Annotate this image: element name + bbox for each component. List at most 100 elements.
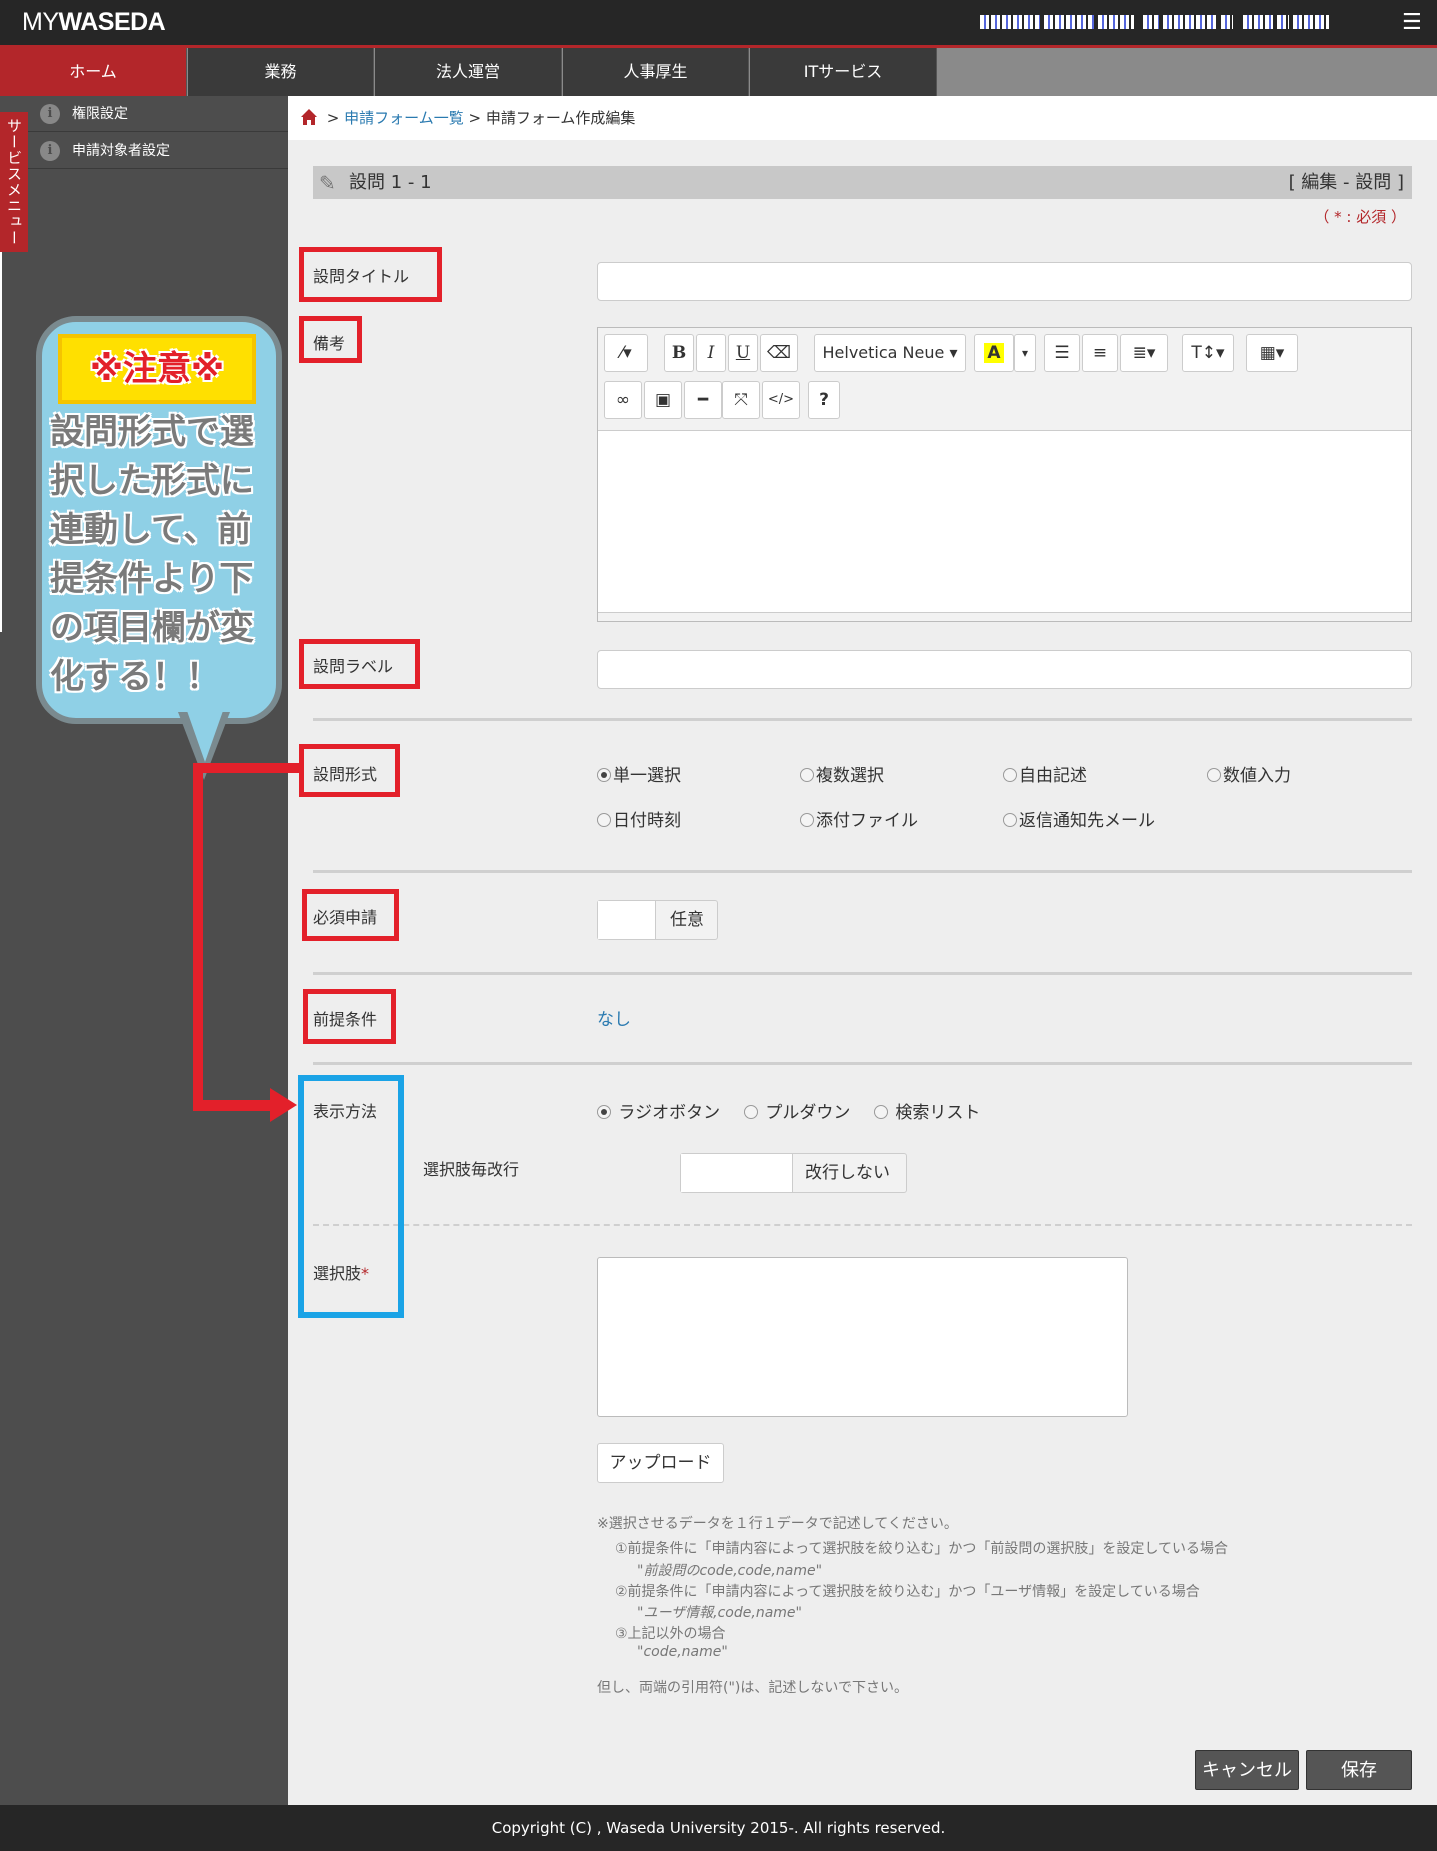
- format-option-freetext[interactable]: 自由記述: [1003, 761, 1087, 786]
- annotation-arrow-segment: [193, 1100, 273, 1111]
- note-line: "前設問のcode,code,name": [637, 1563, 823, 1579]
- tab-hojin[interactable]: 法人運営: [375, 48, 562, 96]
- annotation-box-required: [302, 889, 399, 941]
- annotation-box-remarks: [299, 316, 362, 363]
- breadcrumb-link-form-list[interactable]: 申請フォーム一覧: [344, 109, 464, 127]
- home-icon[interactable]: [300, 108, 318, 126]
- italic-icon[interactable]: I: [696, 334, 726, 372]
- breadcrumb-current: 申請フォーム作成編集: [485, 109, 636, 127]
- format-option-single[interactable]: 単一選択: [597, 761, 681, 786]
- tab-it[interactable]: ITサービス: [750, 48, 937, 96]
- code-view-icon[interactable]: </>: [762, 381, 800, 419]
- annotation-arrow-head: [270, 1088, 297, 1122]
- cancel-button[interactable]: キャンセル: [1195, 1750, 1299, 1790]
- radio-icon: [1207, 768, 1221, 782]
- tab-gyomu[interactable]: 業務: [188, 48, 374, 96]
- radio-icon: [1003, 813, 1017, 827]
- option-label: プルダウン: [765, 1103, 851, 1123]
- radio-icon: [597, 1105, 611, 1119]
- question-title-input[interactable]: [597, 262, 1412, 301]
- font-color-letter: A: [984, 343, 1004, 363]
- sidebar-item-permissions[interactable]: i 権限設定: [0, 96, 288, 132]
- align-icon[interactable]: ≣▾: [1120, 334, 1168, 372]
- option-label: 複数選択: [816, 766, 884, 786]
- annotation-arrow-segment: [193, 763, 203, 1110]
- radio-icon: [744, 1105, 758, 1119]
- breadcrumb-separator: >: [326, 109, 340, 127]
- note-line: "ユーザ情報,code,name": [637, 1605, 802, 1621]
- note-line: ③上記以外の場合: [615, 1626, 726, 1642]
- format-option-datetime[interactable]: 日付時刻: [597, 806, 681, 831]
- footer-copyright: Copyright (C) , Waseda University 2015-.…: [0, 1805, 1437, 1851]
- annotation-bubble-tail-inner: [186, 708, 224, 762]
- tab-home[interactable]: ホーム: [0, 48, 187, 96]
- format-option-multiple[interactable]: 複数選択: [800, 761, 884, 786]
- font-color-icon[interactable]: A: [974, 334, 1014, 372]
- breadcrumb: > 申請フォーム一覧 > 申請フォーム作成編集: [288, 96, 1437, 140]
- question-label-input[interactable]: [597, 650, 1412, 689]
- hamburger-list-icon[interactable]: ☰: [1402, 12, 1424, 34]
- picture-icon[interactable]: ▣: [644, 381, 682, 419]
- chevron-down-icon[interactable]: ▾: [1014, 334, 1036, 372]
- user-info-redacted: [980, 14, 1390, 34]
- editor-toolbar: ⁄▾ B I U ⌫ Helvetica Neue ▾ A ▾ ☰ ≡ ≣▾ T…: [598, 328, 1411, 431]
- font-name: Helvetica Neue: [822, 343, 945, 362]
- main-nav: ホーム 業務 法人運営 人事厚生 ITサービス: [0, 48, 1437, 96]
- format-option-number[interactable]: 数値入力: [1207, 761, 1291, 786]
- editor-resize-handle[interactable]: [598, 612, 1411, 621]
- unordered-list-icon[interactable]: ☰: [1044, 334, 1080, 372]
- option-label: ラジオボタン: [618, 1103, 721, 1123]
- option-label: 返信通知先メール: [1019, 811, 1155, 831]
- option-label: 添付ファイル: [816, 811, 918, 831]
- option-label: 単一選択: [613, 766, 681, 786]
- tab-jinji[interactable]: 人事厚生: [563, 48, 749, 96]
- display-option-pulldown[interactable]: プルダウン: [744, 1098, 850, 1123]
- annotation-box-title: [299, 247, 442, 302]
- help-icon[interactable]: ?: [808, 381, 840, 419]
- radio-icon: [1003, 768, 1017, 782]
- option-label: 検索リスト: [895, 1103, 981, 1123]
- edit-icon: ✎: [319, 171, 336, 195]
- radio-icon: [597, 813, 611, 827]
- format-option-attachment[interactable]: 添付ファイル: [800, 806, 918, 831]
- annotation-box-precondition: [303, 989, 396, 1044]
- linebreak-toggle[interactable]: 改行しない: [680, 1153, 907, 1193]
- option-label: 日付時刻: [613, 811, 681, 831]
- ordered-list-icon[interactable]: ≡: [1082, 334, 1118, 372]
- display-option-searchlist[interactable]: 検索リスト: [874, 1098, 980, 1123]
- upload-button[interactable]: アップロード: [597, 1443, 724, 1483]
- annotation-caution: ※注意※: [58, 334, 256, 404]
- mywaseda-logo[interactable]: MYWASEDA: [22, 8, 166, 37]
- choices-textarea[interactable]: [597, 1257, 1128, 1417]
- info-icon: i: [40, 141, 60, 161]
- toggle-knob: [681, 1154, 793, 1192]
- fullscreen-icon[interactable]: ⤧: [722, 381, 760, 419]
- magic-wand-icon[interactable]: ⁄▾: [604, 334, 648, 372]
- radio-icon: [800, 813, 814, 827]
- option-label: 数値入力: [1223, 766, 1291, 786]
- eraser-icon[interactable]: ⌫: [760, 334, 798, 372]
- precondition-value-link[interactable]: なし: [597, 1005, 631, 1030]
- note-line: ①前提条件に「申請内容によって選択肢を絞り込む」かつ「前設問の選択肢」を設定して…: [615, 1541, 1229, 1557]
- service-menu-line: [0, 252, 2, 632]
- sidebar-item-targets[interactable]: i 申請対象者設定: [0, 133, 288, 169]
- linebreak-label: 選択肢毎改行: [423, 1160, 520, 1179]
- divider: [313, 870, 1412, 873]
- table-icon[interactable]: ▦▾: [1246, 334, 1298, 372]
- format-option-reply-email[interactable]: 返信通知先メール: [1003, 806, 1155, 831]
- radio-icon: [597, 768, 611, 782]
- line-height-icon[interactable]: T↕▾: [1182, 334, 1234, 372]
- horizontal-rule-icon[interactable]: ━: [684, 381, 722, 419]
- service-menu-tab[interactable]: サービスメニュー: [0, 112, 28, 252]
- annotation-box-format: [299, 744, 400, 797]
- save-button[interactable]: 保存: [1306, 1750, 1412, 1790]
- bold-icon[interactable]: B: [664, 334, 694, 372]
- link-icon[interactable]: ∞: [604, 381, 642, 419]
- required-toggle[interactable]: 任意: [597, 900, 718, 940]
- underline-icon[interactable]: U: [728, 334, 758, 372]
- display-option-radio[interactable]: ラジオボタン: [597, 1098, 720, 1123]
- annotation-arrow-segment: [193, 763, 299, 773]
- font-family-dropdown[interactable]: Helvetica Neue ▾: [814, 334, 966, 372]
- annotation-box-label: [299, 639, 420, 689]
- toggle-label: 改行しない: [805, 1163, 890, 1183]
